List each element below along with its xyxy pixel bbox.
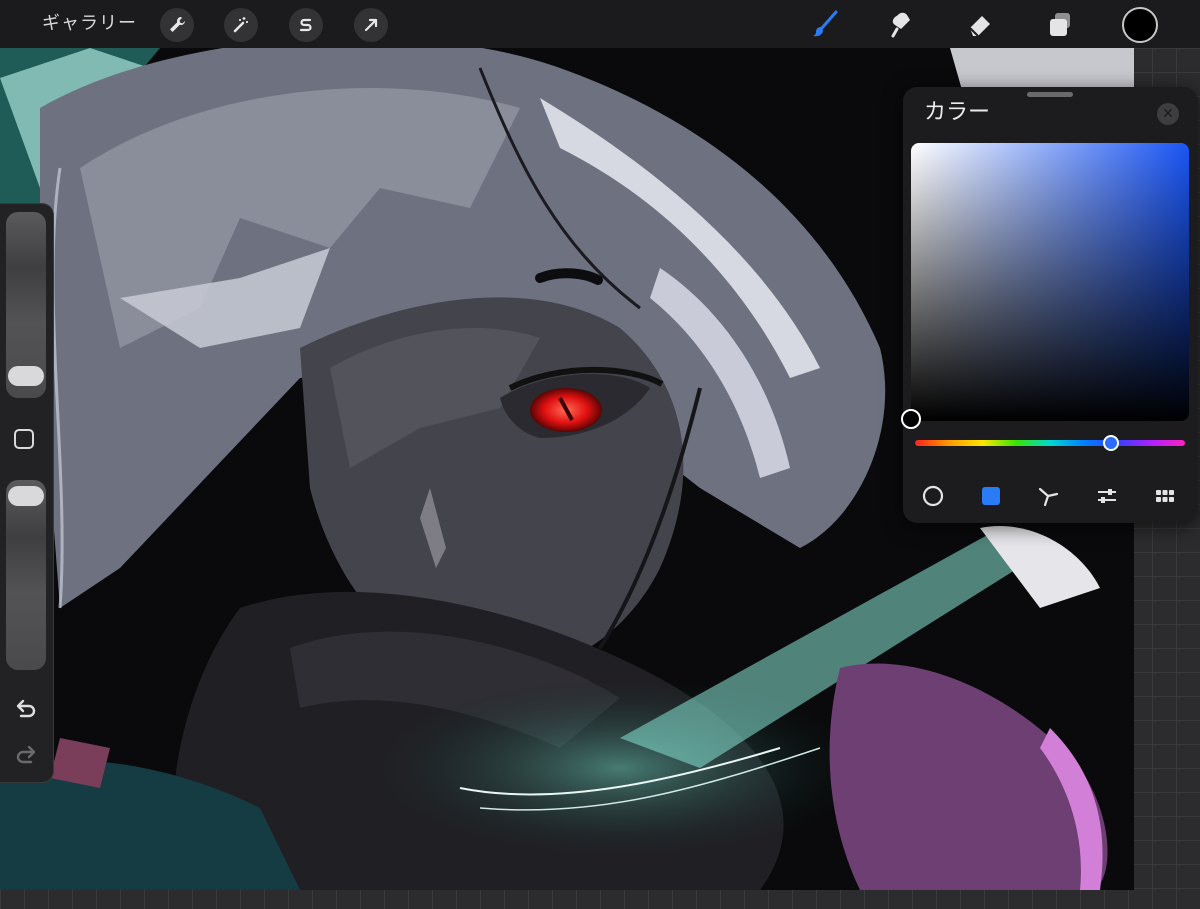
panel-grabber[interactable]: [1027, 92, 1073, 97]
disc-icon: [922, 485, 944, 507]
smudge-tool-button[interactable]: [885, 6, 921, 42]
classic-square-icon: [982, 487, 1000, 505]
left-sidebar: [0, 203, 54, 783]
color-panel-title: カラー: [924, 100, 991, 125]
opacity-slider[interactable]: [6, 480, 46, 670]
transform-arrow-icon: [364, 18, 378, 32]
saturation-picker-handle[interactable]: [901, 409, 921, 429]
layers-icon: [1050, 13, 1070, 36]
selection-button[interactable]: [289, 8, 323, 42]
top-toolbar: ギャラリー: [0, 0, 1200, 48]
eraser-tool-button[interactable]: [962, 6, 998, 42]
brush-size-slider[interactable]: [6, 212, 46, 398]
eraser-icon: [969, 16, 990, 37]
adjustments-button[interactable]: [224, 8, 258, 42]
selection-s-icon: [299, 18, 312, 32]
value-mode-button[interactable]: [1094, 483, 1120, 509]
modify-square-icon[interactable]: [14, 429, 34, 449]
undo-icon[interactable]: [13, 698, 39, 720]
color-panel: カラー ✕: [901, 87, 1198, 523]
classic-mode-button[interactable]: [978, 483, 1004, 509]
harmony-mode-button[interactable]: [1035, 483, 1061, 509]
palettes-mode-button[interactable]: [1152, 483, 1178, 509]
gallery-button[interactable]: ギャラリー: [42, 12, 137, 36]
brush-tool-button[interactable]: [807, 6, 843, 42]
redo-icon[interactable]: [13, 744, 39, 766]
layers-button[interactable]: [1042, 6, 1078, 42]
current-color-swatch[interactable]: [1122, 7, 1158, 43]
magic-wand-icon: [233, 17, 248, 33]
smudge-icon: [891, 12, 910, 38]
sliders-icon: [1098, 489, 1116, 503]
close-icon[interactable]: ✕: [1157, 103, 1179, 125]
color-saturation-picker[interactable]: [901, 143, 1189, 429]
harmony-icon: [1038, 487, 1059, 507]
palettes-grid-icon: [1156, 490, 1174, 502]
opacity-slider-handle[interactable]: [8, 486, 44, 506]
hue-slider[interactable]: [915, 435, 1185, 451]
disc-mode-button[interactable]: [920, 483, 946, 509]
actions-wrench-button[interactable]: [160, 8, 194, 42]
brush-icon: [813, 10, 838, 37]
brush-size-slider-handle[interactable]: [8, 366, 44, 386]
hue-slider-handle[interactable]: [1103, 435, 1119, 451]
wrench-icon: [170, 17, 185, 32]
transform-button[interactable]: [354, 8, 388, 42]
